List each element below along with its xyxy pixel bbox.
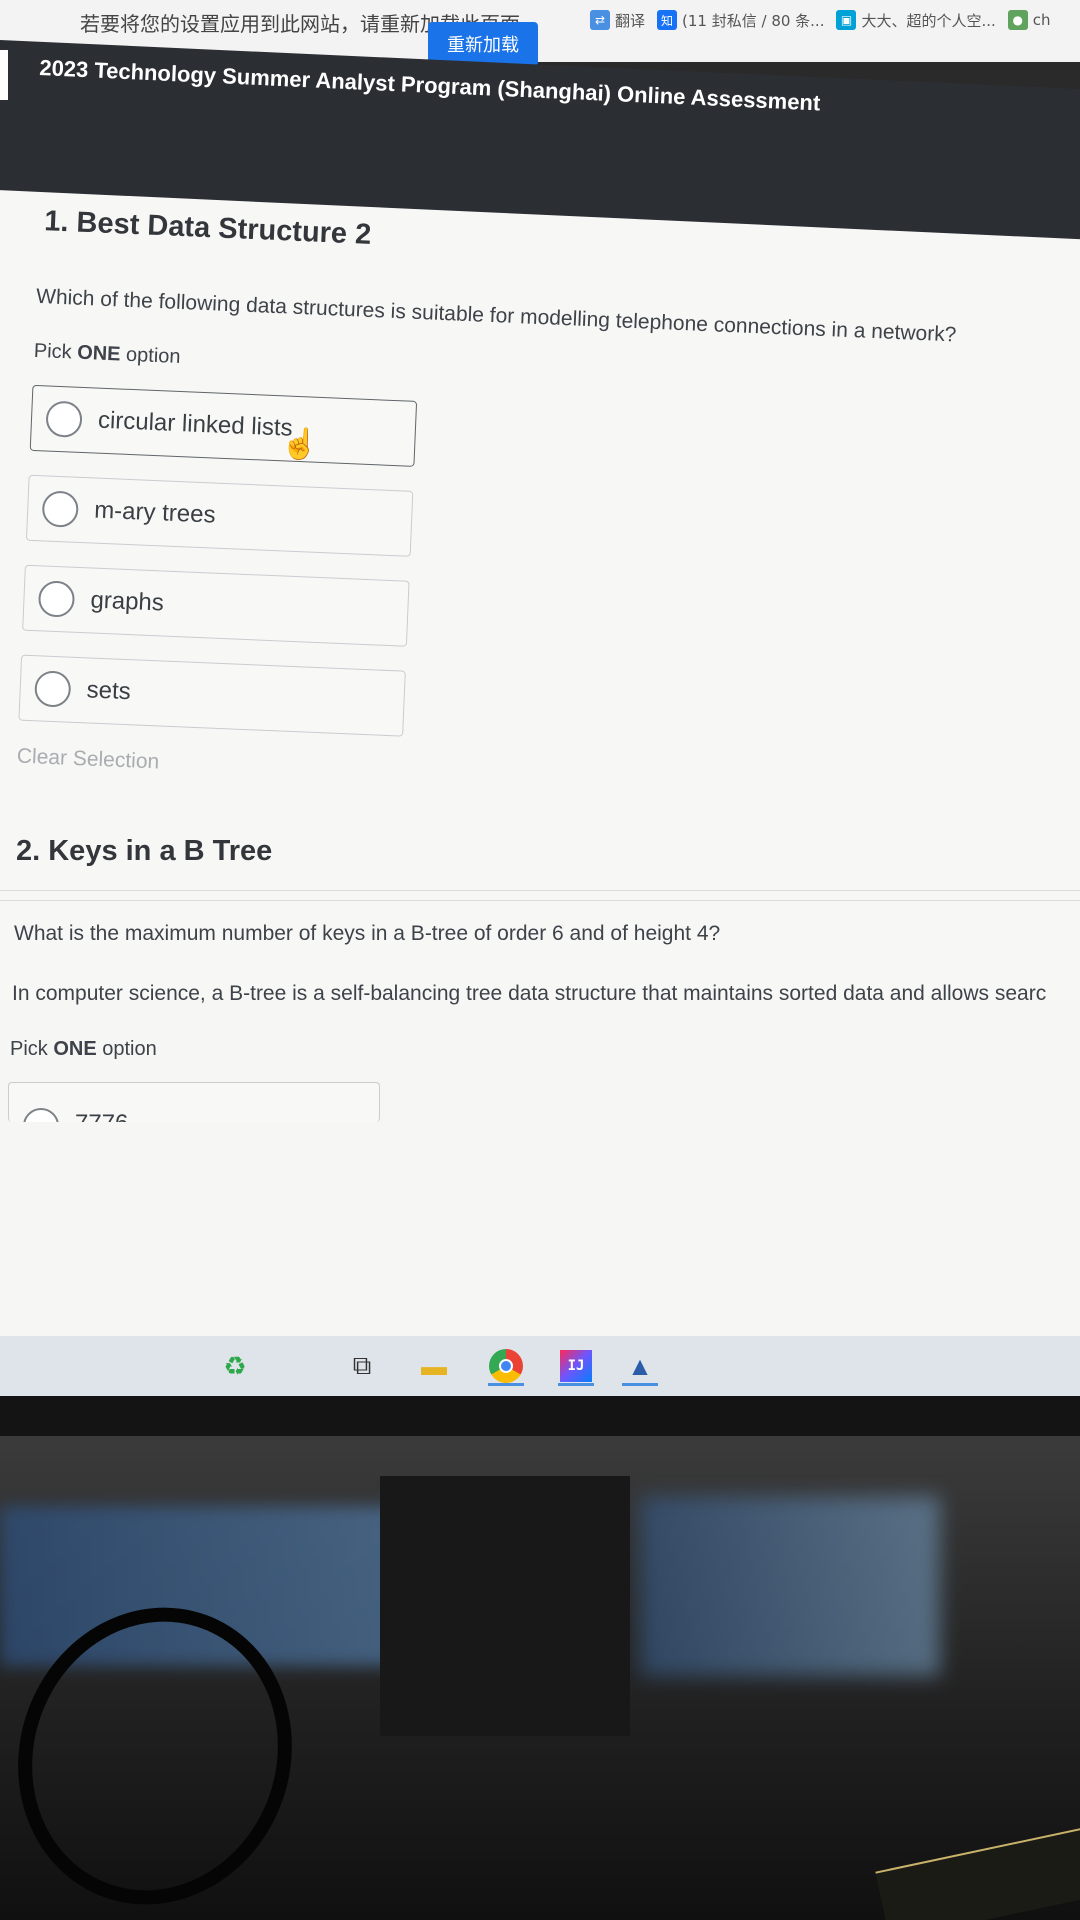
option-label: graphs: [89, 586, 165, 617]
option-graphs[interactable]: graphs: [22, 564, 410, 647]
intellij-icon[interactable]: IJ: [556, 1346, 596, 1386]
bookmark-label: 翻译: [615, 11, 646, 30]
question-title: 1. Best Data Structure 2: [43, 205, 372, 251]
title-divider: [0, 890, 1080, 891]
question-divider: [0, 900, 1080, 901]
pick-instruction: Pick ONE option: [10, 1038, 157, 1060]
bookmark-zhihu[interactable]: 知 (11 封私信 / 80 条...: [657, 10, 824, 31]
zhihu-icon: 知: [657, 10, 678, 30]
background-wall: [640, 1496, 940, 1676]
bookmark-label: (11 封私信 / 80 条...: [682, 11, 825, 30]
keyboard: [875, 1821, 1080, 1920]
bookmark-label: ch: [1032, 11, 1051, 29]
recycle-bin-icon[interactable]: ♻: [215, 1346, 255, 1386]
option-m-ary-trees[interactable]: m-ary trees: [25, 474, 414, 557]
option-first[interactable]: 7776: [8, 1082, 380, 1122]
bookmark-extension[interactable]: ● ch: [1007, 10, 1051, 30]
active-indicator: [558, 1383, 594, 1386]
question-text: What is the maximum number of keys in a …: [14, 922, 721, 945]
option-sets[interactable]: sets: [18, 654, 406, 737]
question-description: In computer science, a B-tree is a self-…: [12, 982, 1047, 1005]
bookmark-translate[interactable]: ⇄ 翻译: [590, 10, 645, 31]
option-label: m-ary trees: [93, 496, 217, 529]
question-title: 2. Keys in a B Tree: [16, 835, 273, 867]
chrome-icon[interactable]: [486, 1346, 526, 1386]
task-view-icon[interactable]: ⧉: [342, 1346, 382, 1386]
translate-icon: ⇄: [590, 10, 610, 30]
active-indicator: [488, 1383, 524, 1386]
assessment-page: 1. Best Data Structure 2 Which of the fo…: [0, 100, 1080, 1340]
radio-button[interactable]: [34, 670, 72, 708]
bookmark-label: 大大、超的个人空...: [861, 11, 996, 30]
option-label: circular linked lists: [97, 406, 294, 442]
option-label: sets: [86, 676, 132, 706]
radio-button[interactable]: [37, 580, 76, 618]
monitor-stand: [380, 1476, 630, 1736]
radio-button[interactable]: [41, 490, 80, 528]
bookmarks-bar: ⇄ 翻译 知 (11 封私信 / 80 条... ▣ 大大、超的个人空... ●…: [590, 0, 1051, 40]
option-label: 7776: [75, 1110, 128, 1122]
radio-button[interactable]: [23, 1108, 59, 1122]
bilibili-icon: ▣: [836, 10, 857, 30]
question-text: Which of the following data structures i…: [35, 284, 957, 347]
pick-instruction: Pick ONE option: [33, 339, 181, 369]
taskbar: ♻ ⧉ ▬ IJ ▲: [0, 1336, 1080, 1396]
desk-background: [0, 1436, 1080, 1920]
header-accent: [0, 50, 8, 100]
option-circular-linked-lists[interactable]: circular linked lists ☝: [29, 384, 418, 467]
file-explorer-icon[interactable]: ▬: [414, 1346, 454, 1386]
monitor-bezel: [0, 1396, 1080, 1436]
question-2: 2. Keys in a B Tree What is the maximum …: [0, 835, 1080, 1340]
bookmark-bilibili[interactable]: ▣ 大大、超的个人空...: [836, 10, 996, 31]
app-icon[interactable]: ▲: [620, 1346, 660, 1386]
extension-icon: ●: [1007, 10, 1028, 30]
radio-button[interactable]: [45, 400, 83, 438]
active-indicator: [622, 1383, 658, 1386]
clear-selection-link[interactable]: Clear Selection: [16, 745, 159, 775]
hand-cursor-icon: ☝: [280, 427, 320, 462]
